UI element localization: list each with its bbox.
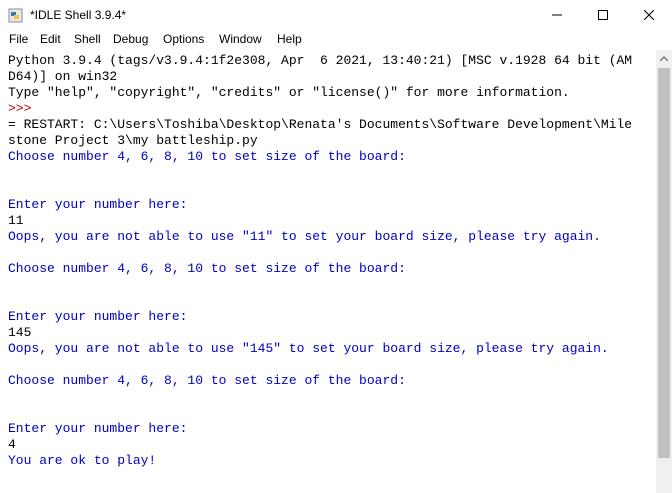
menu-bar: File Edit Shell Debug Options Window Hel… [0,30,672,50]
shell-output-line: Type "help", "copyright", "credits" or "… [8,85,570,100]
program-output-line: Oops, you are not able to use "11" to se… [8,229,601,244]
minimize-icon [552,14,562,16]
window-title: *IDLE Shell 3.9.4* [30,8,127,22]
close-icon [644,10,654,20]
shell-output-line: D64)] on win32 [8,69,118,84]
shell-output-line: 4 [8,437,16,452]
program-output-line: Enter your number here: [8,421,188,436]
menu-options[interactable]: Options [163,32,204,46]
program-output-line: Choose number 4, 6, 8, 10 to set size of… [8,149,406,164]
idle-app-icon [8,8,23,23]
program-output-line: Enter your number here: [8,309,188,324]
shell-prompt: >>> [8,101,32,116]
chevron-up-icon [660,55,668,61]
close-button[interactable] [626,0,672,30]
program-output-line: Choose number 4, 6, 8, 10 to set size of… [8,261,406,276]
menu-shell[interactable]: Shell [74,32,101,46]
shell-output-line: Python 3.9.4 (tags/v3.9.4:1f2e308, Apr 6… [8,53,633,68]
menu-help[interactable]: Help [277,32,302,46]
shell-output-line: 145 [8,325,32,340]
program-output-line: Choose number 4, 6, 8, 10 to set size of… [8,373,406,388]
menu-file[interactable]: File [9,32,28,46]
menu-debug[interactable]: Debug [113,32,148,46]
program-output-line: You are ok to play! [8,453,157,468]
shell-output-line: = RESTART: C:\Users\Toshiba\Desktop\Rena… [8,117,633,132]
scroll-up-button[interactable] [656,50,672,66]
program-output-line: Enter your number here: [8,197,188,212]
shell-text-area[interactable]: Python 3.9.4 (tags/v3.9.4:1f2e308, Apr 6… [0,50,656,493]
menu-edit[interactable]: Edit [40,32,61,46]
shell-output-line: 11 [8,213,24,228]
vertical-scrollbar[interactable] [656,50,672,493]
shell-output-line: stone Project 3\my battleship.py [8,133,258,148]
title-bar: *IDLE Shell 3.9.4* [0,0,672,30]
minimize-button[interactable] [534,0,580,30]
maximize-icon [598,10,608,20]
maximize-button[interactable] [580,0,626,30]
menu-window[interactable]: Window [219,32,262,46]
program-output-line: Oops, you are not able to use "145" to s… [8,341,609,356]
scrollbar-thumb[interactable] [658,68,670,458]
